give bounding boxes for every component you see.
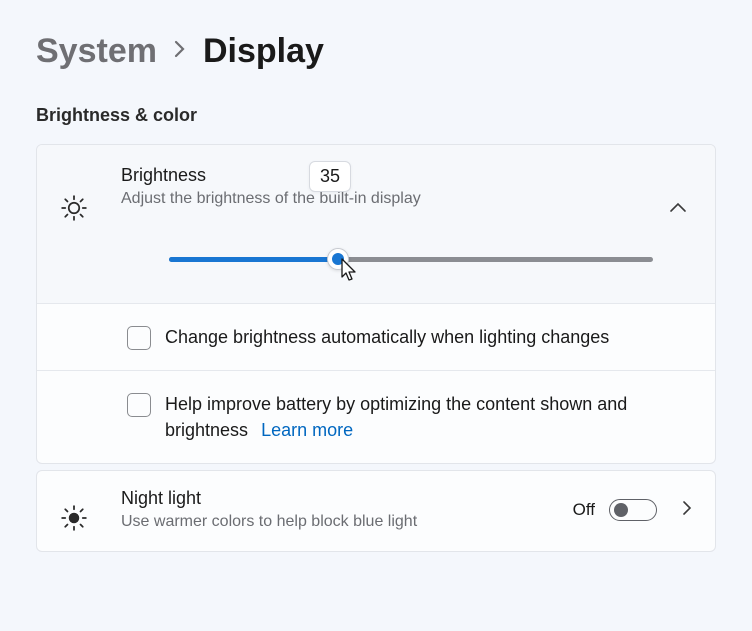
breadcrumb: System Display xyxy=(36,32,716,71)
sun-icon xyxy=(59,165,121,223)
battery-content-option[interactable]: Help improve battery by optimizing the c… xyxy=(37,370,715,463)
auto-brightness-checkbox[interactable] xyxy=(127,326,151,350)
night-light-group: Night light Use warmer colors to help bl… xyxy=(36,470,716,552)
breadcrumb-system[interactable]: System xyxy=(36,32,157,71)
night-light-state: Off xyxy=(573,500,595,520)
battery-content-label: Help improve battery by optimizing the c… xyxy=(165,391,693,443)
brightness-group: Brightness Adjust the brightness of the … xyxy=(36,144,716,464)
brightness-desc: Adjust the brightness of the built-in di… xyxy=(121,188,693,210)
brightness-title: Brightness xyxy=(121,165,693,186)
battery-content-checkbox[interactable] xyxy=(127,393,151,417)
night-light-desc: Use warmer colors to help block blue lig… xyxy=(121,511,573,533)
learn-more-link[interactable]: Learn more xyxy=(261,420,353,440)
night-light-card[interactable]: Night light Use warmer colors to help bl… xyxy=(37,471,715,551)
chevron-right-icon xyxy=(173,38,187,66)
night-icon xyxy=(59,487,121,533)
chevron-up-icon[interactable] xyxy=(669,201,687,219)
chevron-right-icon[interactable] xyxy=(681,499,693,522)
auto-brightness-label: Change brightness automatically when lig… xyxy=(165,324,609,350)
auto-brightness-option[interactable]: Change brightness automatically when lig… xyxy=(37,303,715,370)
night-light-toggle[interactable] xyxy=(609,499,657,521)
section-title: Brightness & color xyxy=(36,105,716,126)
brightness-value-tooltip: 35 xyxy=(309,161,351,192)
brightness-card[interactable]: Brightness Adjust the brightness of the … xyxy=(37,145,715,303)
slider-thumb[interactable] xyxy=(327,248,349,270)
brightness-slider[interactable] xyxy=(169,257,653,263)
breadcrumb-display: Display xyxy=(203,32,324,71)
night-light-title: Night light xyxy=(121,488,573,509)
